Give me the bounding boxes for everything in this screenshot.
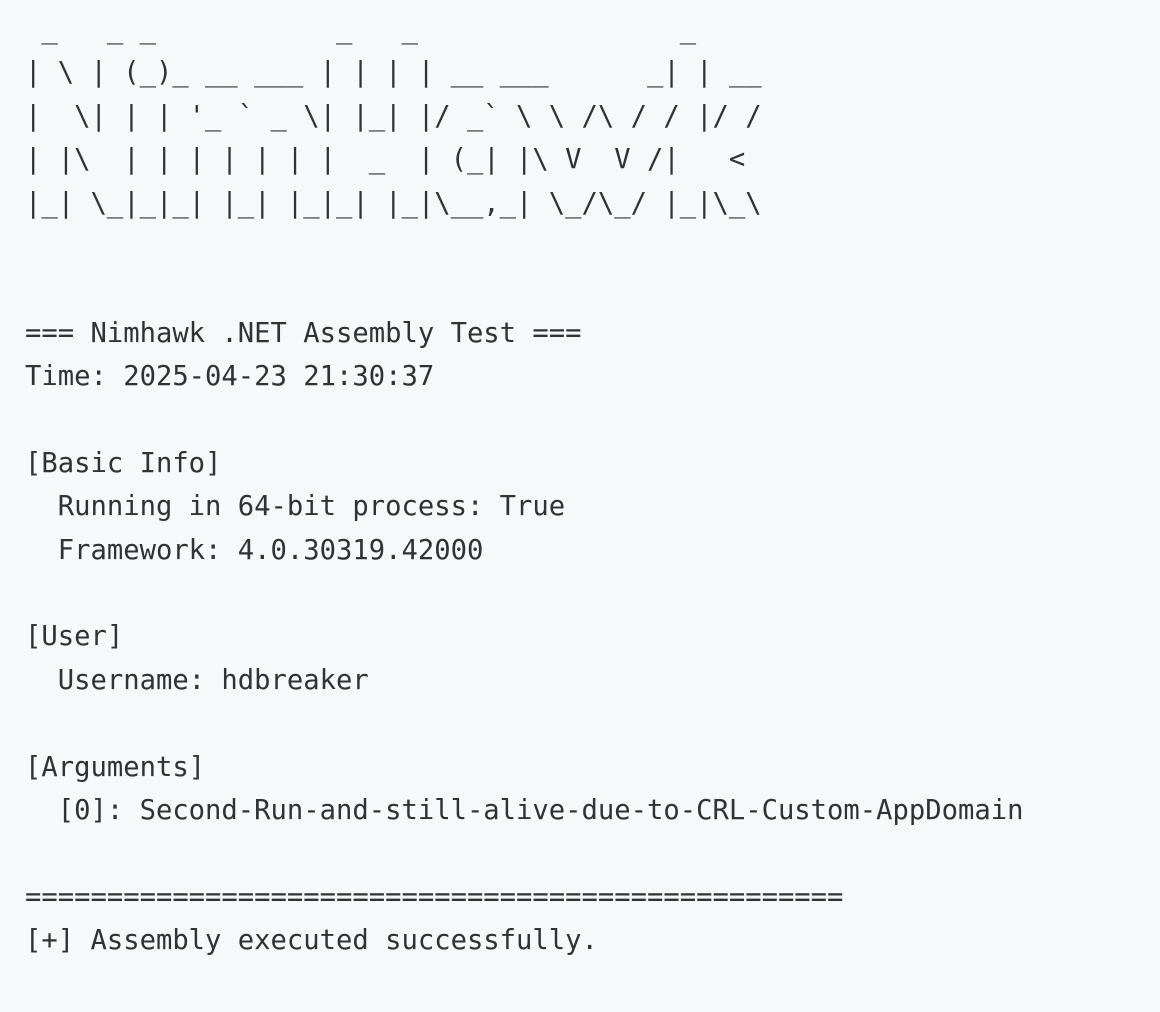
framework-version-line: Framework: 4.0.30319.42000 [25,534,484,566]
section-user: [User] [25,621,124,653]
section-arguments: [Arguments] [25,751,206,783]
timestamp-line: Time: 2025-04-23 21:30:37 [25,361,435,393]
terminal-output: _ _ _ _ _ _ | \ | (_)_ __ ___ | | | | __… [0,0,1160,1012]
username-line: Username: hdbreaker [25,664,369,696]
ascii-banner-line-4: | |\ | | | | | | | _ | (_| |\ V V /| < [25,144,762,176]
ascii-banner-line-3: | \| | | '_ ` _ \| |_| |/ _` \ \ /\ / / … [25,100,762,132]
argument-line: [0]: Second-Run-and-still-alive-due-to-C… [25,795,1024,827]
process-bitness-line: Running in 64-bit process: True [25,491,566,523]
ascii-banner-line-1: _ _ _ _ _ _ [25,14,762,45]
separator-line: ========================================… [25,881,844,913]
section-basic-info: [Basic Info] [25,447,222,479]
success-message: [+] Assembly executed successfully. [25,925,598,957]
ascii-banner-line-5: |_| \_|_|_| |_| |_|_| |_|\__,_| \_/\_/ |… [25,187,762,219]
test-header: === Nimhawk .NET Assembly Test === [25,317,582,349]
ascii-banner-line-2: | \ | (_)_ __ ___ | | | | __ ___ _| | __ [25,57,762,89]
